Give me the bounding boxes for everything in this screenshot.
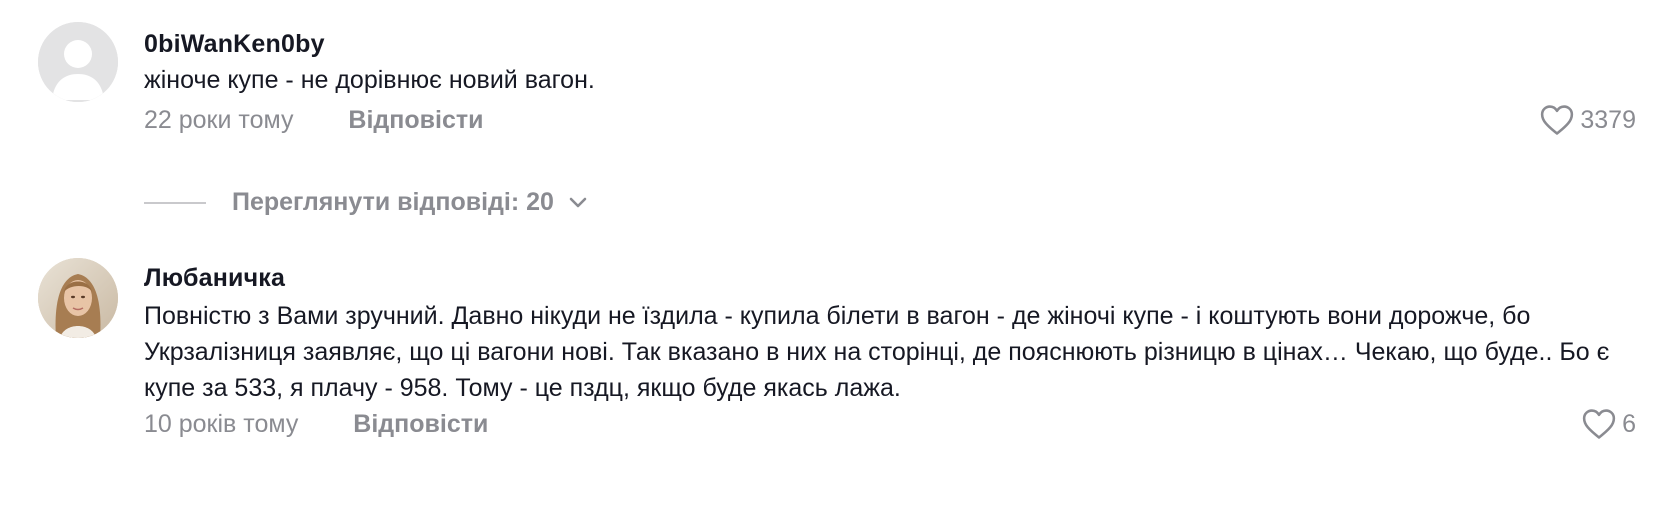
- avatar[interactable]: [38, 258, 118, 338]
- heart-outline-icon: [1582, 409, 1616, 439]
- comment-meta: 10 років тому Відповісти: [144, 410, 488, 439]
- comment-item: Любаничка Повністю з Вами зручний. Давно…: [0, 0, 1654, 508]
- comment-text: Повністю з Вами зручний. Давно нікуди не…: [144, 302, 1610, 402]
- like-button[interactable]: 6: [1582, 408, 1636, 440]
- comment-timestamp: 10 років тому: [144, 410, 299, 438]
- comment-author[interactable]: Любаничка: [144, 264, 285, 293]
- like-count: 6: [1622, 409, 1636, 438]
- profile-photo-avatar: [38, 258, 118, 338]
- reply-button[interactable]: Відповісти: [353, 410, 488, 439]
